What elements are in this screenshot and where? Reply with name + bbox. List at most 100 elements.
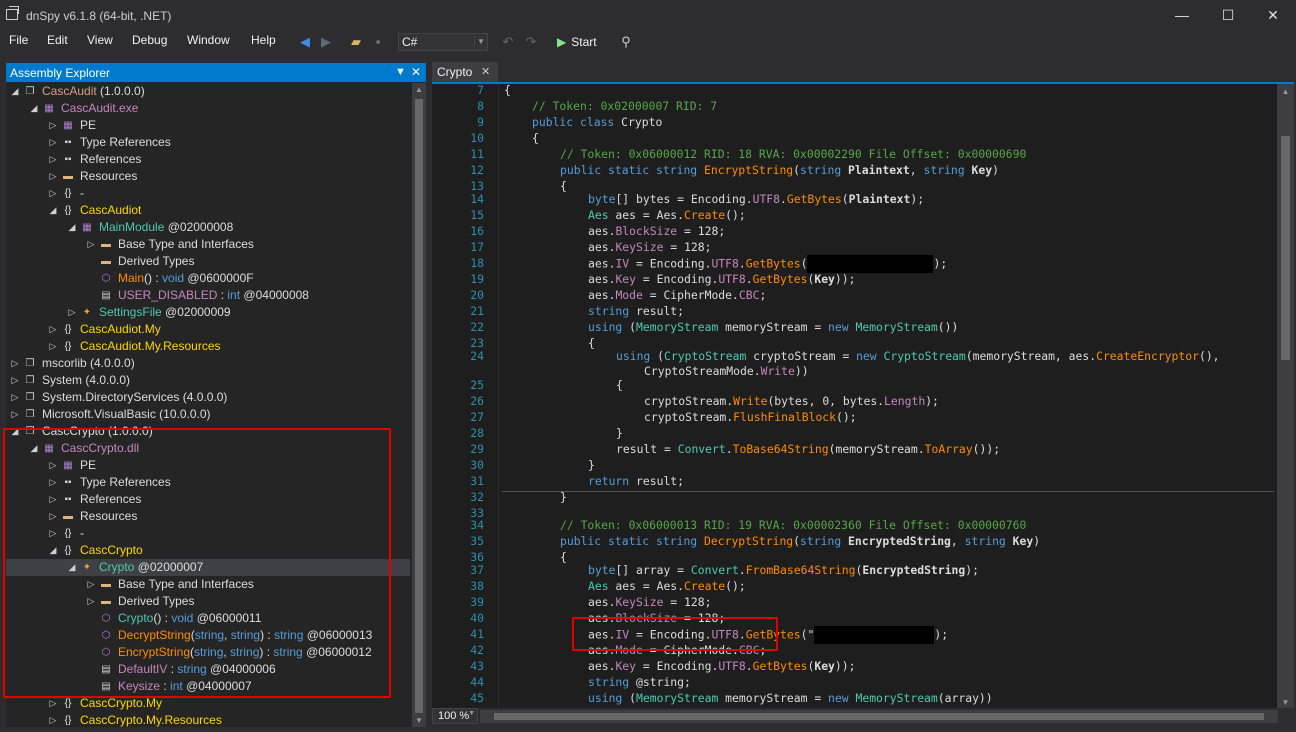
panel-close-icon[interactable]: ✕	[411, 63, 421, 82]
code-line[interactable]: 21 string result;	[432, 303, 1277, 319]
tree-item[interactable]: ▷ {} CascAudiot.My.Resources	[6, 338, 410, 355]
collapse-arrow-icon[interactable]: ◢	[67, 219, 77, 236]
code-line[interactable]: 41 aes.IV = Encoding.UTF8.GetBytes(");	[432, 626, 1277, 644]
undo-icon[interactable]: ↶	[500, 33, 516, 51]
expand-arrow-icon[interactable]: ▷	[67, 304, 77, 321]
panel-dropdown-icon[interactable]: ▼	[395, 63, 406, 82]
code-line[interactable]: 7{	[432, 84, 1277, 98]
chevron-down-icon[interactable]: ▼	[474, 34, 487, 50]
code-line[interactable]: 34 // Token: 0x06000013 RID: 19 RVA: 0x00…	[432, 517, 1277, 533]
zoom-select[interactable]: 100 % ▼	[432, 708, 478, 724]
tree-item[interactable]: ⬡ Main() : void @0600000F	[6, 270, 410, 287]
code-editor[interactable]: 7{8// Token: 0x02000007 RID: 7 9 public cl…	[432, 84, 1294, 710]
code-line[interactable]: 38 Aes aes = Aes.Create();	[432, 578, 1277, 594]
expand-arrow-icon[interactable]: ▷	[10, 372, 20, 389]
tree-item[interactable]: ▷ ❐ Microsoft.VisualBasic (10.0.0.0)	[6, 406, 410, 423]
tree-item[interactable]: ▷ ▬ Base Type and Interfaces	[6, 236, 410, 253]
code-line[interactable]: 44 string @string;	[432, 674, 1277, 690]
code-line[interactable]: 37 byte[] array = Convert.FromBase64Strin…	[432, 562, 1277, 578]
code-line[interactable]: 26 cryptoStream.Write(bytes, 0, bytes.Len…	[432, 393, 1277, 409]
tree-item[interactable]: ▬ Derived Types	[6, 253, 410, 270]
code-line[interactable]: 10 {	[432, 130, 1277, 146]
tree-item[interactable]: ▷ ▪▪ Type References	[6, 134, 410, 151]
code-line[interactable]: 19 aes.Key = Encoding.UTF8.GetBytes(Key))…	[432, 271, 1277, 287]
code-line[interactable]: 22 using (MemoryStream memoryStream = new…	[432, 319, 1277, 335]
code-line[interactable]: 9 public class Crypto	[432, 114, 1277, 130]
code-line[interactable]: 18 aes.IV = Encoding.UTF8.GetBytes();	[432, 255, 1277, 273]
tree-item[interactable]: ▷ {} -	[6, 185, 410, 202]
editor-vertical-scrollbar[interactable]: ▲ ▼	[1277, 84, 1294, 710]
code-line[interactable]: 17 aes.KeySize = 128;	[432, 239, 1277, 255]
tree-item[interactable]: ▷ ▦ PE	[6, 117, 410, 134]
code-line[interactable]: 43 aes.Key = Encoding.UTF8.GetBytes(Key))…	[432, 658, 1277, 674]
tree-item[interactable]: ▷ ❐ System.DirectoryServices (4.0.0.0)	[6, 389, 410, 406]
tree-item[interactable]: ◢ {} CascAudiot	[6, 202, 410, 219]
expand-arrow-icon[interactable]: ▷	[48, 134, 58, 151]
code-line[interactable]: 35 public static string DecryptString(str…	[432, 533, 1277, 549]
expand-arrow-icon[interactable]: ▷	[48, 185, 58, 202]
editor-hscroll-thumb[interactable]	[494, 713, 1264, 720]
collapse-arrow-icon[interactable]: ◢	[48, 202, 58, 219]
expand-arrow-icon[interactable]: ▷	[48, 117, 58, 134]
tab-close-icon[interactable]: ✕	[481, 65, 490, 78]
expand-arrow-icon[interactable]: ▷	[48, 338, 58, 355]
editor-horizontal-scrollbar[interactable]	[480, 710, 1278, 723]
scroll-up-icon[interactable]: ▲	[1277, 87, 1294, 96]
code-line[interactable]: 28}	[432, 425, 1277, 441]
code-line[interactable]: 39 aes.KeySize = 128;	[432, 594, 1277, 610]
collapse-arrow-icon[interactable]: ◢	[10, 83, 20, 100]
tree-item[interactable]: ◢ ❐ CascAudit (1.0.0.0)	[6, 83, 410, 100]
code-line[interactable]: 29 result = Convert.ToBase64String(memory…	[432, 441, 1277, 457]
search-icon[interactable]: ⚲	[617, 33, 635, 51]
tree-item[interactable]: ▤ USER_DISABLED : int @04000008	[6, 287, 410, 304]
expand-arrow-icon[interactable]: ▷	[10, 389, 20, 406]
menu-window[interactable]: Window	[187, 33, 230, 47]
tree-item[interactable]: ▷ ❐ System (4.0.0.0)	[6, 372, 410, 389]
code-line[interactable]: 11 // Token: 0x06000012 RID: 18 RVA: 0x00…	[432, 146, 1277, 162]
minimize-button[interactable]: —	[1159, 4, 1205, 26]
collapse-arrow-icon[interactable]: ◢	[29, 100, 39, 117]
code-line[interactable]: 20 aes.Mode = CipherMode.CBC;	[432, 287, 1277, 303]
tree-scroll-thumb[interactable]	[415, 99, 423, 713]
expand-arrow-icon[interactable]: ▷	[48, 151, 58, 168]
expand-arrow-icon[interactable]: ▷	[48, 712, 58, 727]
tree-item[interactable]: ▷ {} CascCrypto.My.Resources	[6, 712, 410, 727]
navigate-forward-icon[interactable]: ▶	[318, 33, 334, 51]
scroll-down-icon[interactable]: ▼	[1277, 698, 1294, 707]
tree-item[interactable]: ◢ ▦ CascAudit.exe	[6, 100, 410, 117]
menu-view[interactable]: View	[87, 33, 113, 47]
code-line[interactable]: 30}	[432, 457, 1277, 473]
expand-arrow-icon[interactable]: ▷	[10, 406, 20, 423]
expand-arrow-icon[interactable]: ▷	[10, 355, 20, 372]
maximize-button[interactable]: ☐	[1205, 4, 1251, 26]
tree-item[interactable]: ◢ ▦ MainModule @02000008	[6, 219, 410, 236]
menu-debug[interactable]: Debug	[132, 33, 167, 47]
editor-scroll-thumb[interactable]	[1281, 136, 1290, 360]
close-button[interactable]: ✕	[1250, 4, 1296, 26]
start-button[interactable]: ▶ Start	[557, 33, 597, 51]
save-all-icon[interactable]: ▪	[370, 33, 386, 51]
code-line[interactable]: 15 Aes aes = Aes.Create();	[432, 207, 1277, 223]
open-folder-icon[interactable]: ▰	[347, 33, 365, 51]
code-line[interactable]: 27 cryptoStream.FlushFinalBlock();	[432, 409, 1277, 425]
expand-arrow-icon[interactable]: ▷	[48, 168, 58, 185]
tree-item[interactable]: ▷ {} CascAudiot.My	[6, 321, 410, 338]
code-line[interactable]: 45 using (MemoryStream memoryStream = new…	[432, 690, 1277, 706]
code-line[interactable]: 16 aes.BlockSize = 128;	[432, 223, 1277, 239]
menu-edit[interactable]: Edit	[47, 33, 68, 47]
code-line[interactable]: 31 return result;	[432, 473, 1277, 489]
navigate-back-icon[interactable]: ◀	[297, 33, 313, 51]
expand-arrow-icon[interactable]: ▷	[48, 321, 58, 338]
code-line[interactable]: 42 aes.Mode = CipherMode.CBC;	[432, 642, 1277, 658]
expand-arrow-icon[interactable]: ▷	[86, 236, 96, 253]
redo-icon[interactable]: ↷	[523, 33, 539, 51]
language-select[interactable]: C# ▼	[398, 33, 488, 51]
code-line[interactable]: 8 // Token: 0x02000007 RID: 7	[432, 98, 1277, 114]
tree-item[interactable]: ▷ ▬ Resources	[6, 168, 410, 185]
tab-crypto[interactable]: Crypto ✕	[432, 62, 498, 83]
menu-file[interactable]: File	[9, 33, 28, 47]
tree-scrollbar[interactable]: ▲ ▼	[412, 83, 426, 727]
tree-item[interactable]: ▷ ✦ SettingsFile @02000009	[6, 304, 410, 321]
scroll-up-icon[interactable]: ▲	[412, 85, 426, 94]
tree-item[interactable]: ▷ ❐ mscorlib (4.0.0.0)	[6, 355, 410, 372]
